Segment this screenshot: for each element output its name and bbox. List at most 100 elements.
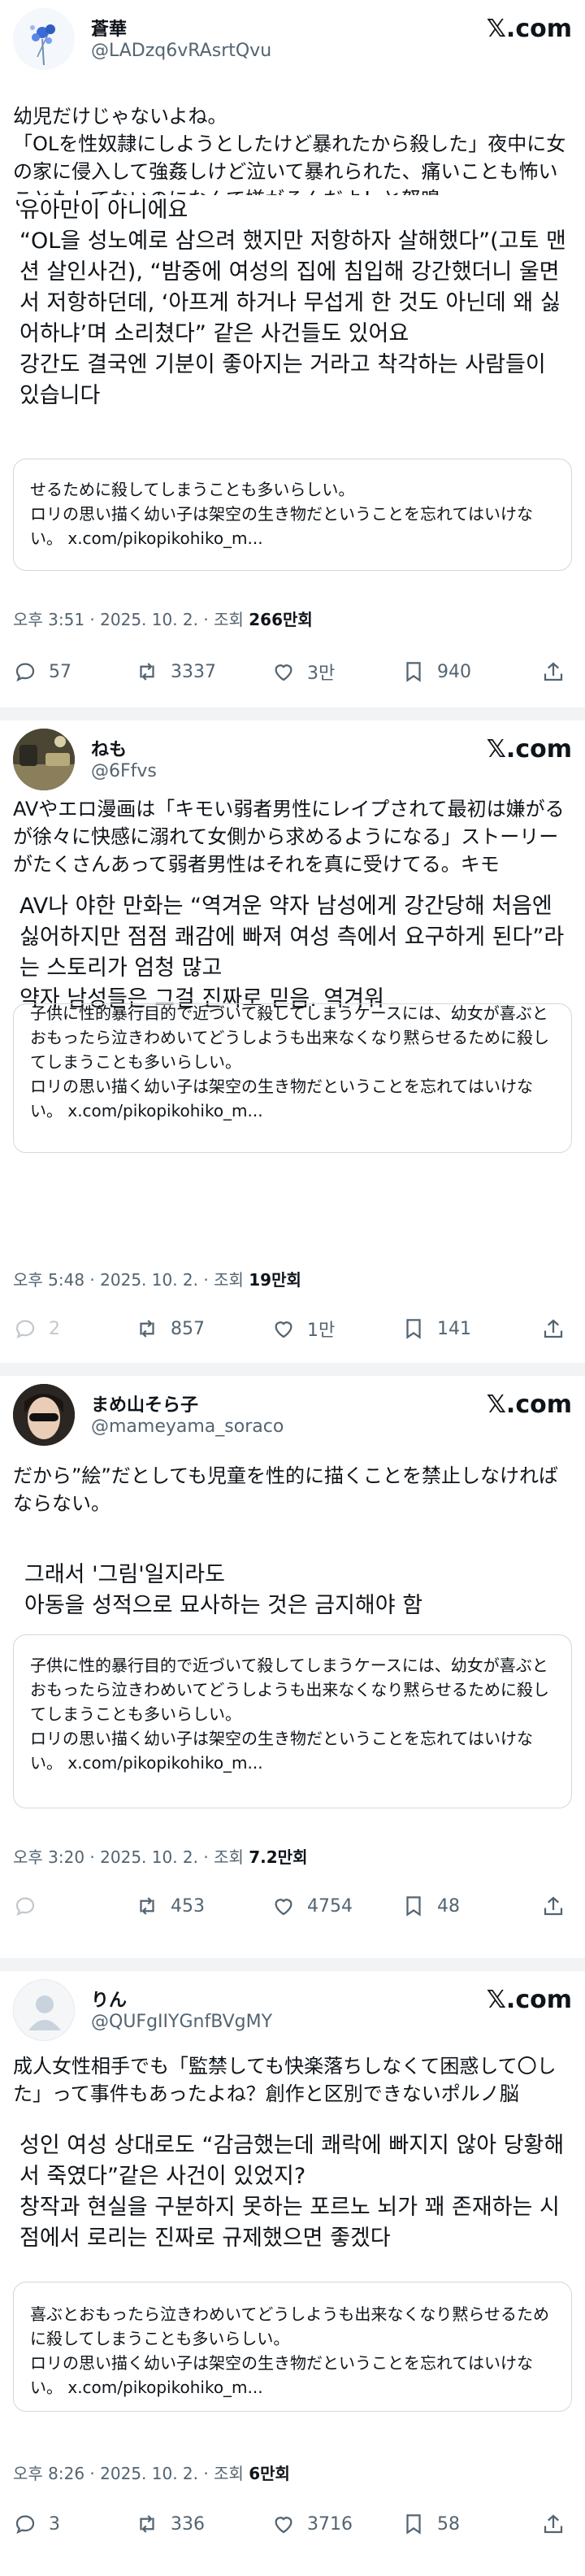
bookmark-count: 940: [437, 661, 471, 682]
bookmark-icon: [406, 1319, 421, 1339]
reply-button[interactable]: 57: [13, 655, 72, 688]
quoted-post[interactable]: 喜ぶとおもったら泣きわめいてどうしようも出来なくなり黙らせるために殺してしまうこ…: [13, 2282, 572, 2412]
quoted-post[interactable]: 子供に性的暴行目的で近づいて殺してしまうケースには、幼女が喜ぶとおもったら泣きわ…: [13, 1634, 572, 1808]
like-button[interactable]: 4754: [271, 1890, 353, 1922]
post-header: ねも @6Ffvs 𝕏.com: [13, 720, 572, 798]
bookmark-button[interactable]: 58: [401, 2508, 460, 2540]
bookmark-icon: [406, 2514, 421, 2535]
like-count: 1만: [307, 1321, 336, 1341]
post-3: まめ山そら子 @mameyama_soraco 𝕏.com だから”絵”だとして…: [0, 1376, 585, 1958]
bookmark-count: 48: [437, 1895, 460, 1917]
x-logo: 𝕏.com: [486, 1986, 572, 2014]
author-handle[interactable]: @6Ffvs: [91, 761, 157, 781]
reply-count: 57: [49, 661, 72, 682]
reply-icon: [15, 1320, 35, 1339]
bookmark-count: 58: [437, 2513, 460, 2535]
author-name[interactable]: りん: [91, 1986, 127, 2012]
reply-icon: [15, 2515, 35, 2535]
x-logo: 𝕏.com: [486, 735, 572, 764]
quoted-text: 喜ぶとおもったら泣きわめいてどうしようも出来なくなり黙らせるために殺してしまうこ…: [30, 2304, 549, 2397]
reply-icon: [15, 1897, 35, 1917]
bookmark-icon: [406, 662, 421, 682]
bookmark-icon: [406, 1896, 421, 1917]
like-button[interactable]: 3만: [271, 655, 335, 688]
post-text: AVやエロ漫画は「キモい弱者男性にレイプされて最初は嫌がるが徐々に快感に溺れて女…: [13, 798, 565, 876]
post-divider: [0, 1363, 585, 1376]
view-count: 266만회: [249, 610, 313, 629]
share-icon: [544, 2514, 563, 2534]
timestamp[interactable]: 오후 3:51 · 2025. 10. 2. · 조회: [13, 610, 249, 629]
reply-button[interactable]: 3: [13, 2508, 60, 2540]
post-text: 成人女性相手でも「監禁しても快楽落ちしなくて困惑して〇した」って事件もあったよね…: [13, 2055, 557, 2105]
quoted-text: 子供に性的暴行目的で近づいて殺してしまうケースには、幼女が喜ぶとおもったら泣きわ…: [30, 1003, 549, 1120]
post-meta: 오후 3:51 · 2025. 10. 2. · 조회 266만회: [13, 607, 313, 630]
bookmark-count: 141: [437, 1318, 471, 1339]
author-handle[interactable]: @LADzq6vRAsrtQvu: [91, 41, 271, 61]
post-text: だから”絵”だとしても児童を性的に描くことを禁止しなければならない。: [13, 1464, 558, 1515]
bookmark-button[interactable]: 940: [401, 655, 471, 688]
repost-icon: [140, 2515, 154, 2533]
default-avatar-image: [14, 1980, 74, 2040]
translation-overlay: 그래서 '그림'일지라도 아동을 성적으로 묘사하는 것은 금지해야 함: [24, 1560, 577, 1628]
post-header: まめ山そら子 @mameyama_soraco 𝕏.com: [13, 1376, 572, 1454]
view-count: 7.2만회: [249, 1847, 308, 1867]
view-count: 6만회: [249, 2464, 290, 2483]
heart-icon: [275, 1321, 292, 1338]
bookmark-button[interactable]: 48: [401, 1890, 460, 1922]
action-bar: 57 3337 3만 940: [13, 655, 574, 688]
repost-button[interactable]: 336: [135, 2508, 205, 2540]
timestamp[interactable]: 오후 8:26 · 2025. 10. 2. · 조회: [13, 2464, 249, 2483]
avatar[interactable]: [13, 729, 75, 790]
post-header: りん @QUFgIIYGnfBVgMY 𝕏.com: [13, 1971, 572, 2049]
like-button[interactable]: 3716: [271, 2508, 353, 2540]
post-header: 蒼華 @LADzq6vRAsrtQvu 𝕏.com: [13, 0, 572, 78]
flower-avatar-image: [13, 8, 75, 70]
post-divider: [0, 1958, 585, 1971]
post-meta: 오후 3:20 · 2025. 10. 2. · 조회 7.2만회: [13, 1844, 307, 1868]
quoted-post[interactable]: せるために殺してしまうことも多いらしい。 ロリの思い描く幼い子は架空の生き物だと…: [13, 459, 572, 571]
quoted-text: 子供に性的暴行目的で近づいて殺してしまうケースには、幼女が喜ぶとおもったら泣きわ…: [30, 1656, 549, 1773]
timestamp[interactable]: 오후 3:20 · 2025. 10. 2. · 조회: [13, 1847, 249, 1867]
repost-button[interactable]: 3337: [135, 655, 216, 688]
like-count: 4754: [307, 1895, 353, 1917]
action-bar: 453 4754 48: [13, 1890, 574, 1922]
view-count: 19만회: [249, 1270, 301, 1290]
share-button[interactable]: [541, 1890, 566, 1922]
repost-icon: [140, 1320, 154, 1338]
quoted-post[interactable]: 子供に性的暴行目的で近づいて殺してしまうケースには、幼女が喜ぶとおもったら泣きわ…: [13, 1003, 572, 1153]
share-button[interactable]: [541, 2508, 566, 2540]
author-name[interactable]: まめ山そら子: [91, 1390, 198, 1416]
x-logo: 𝕏.com: [486, 15, 572, 43]
like-button[interactable]: 1만: [271, 1312, 335, 1345]
share-button[interactable]: [541, 1312, 566, 1345]
reply-count: 3: [49, 2513, 60, 2535]
reply-button[interactable]: 2: [13, 1312, 60, 1345]
share-icon: [544, 662, 563, 681]
share-icon: [544, 1896, 563, 1916]
quoted-text: せるために殺してしまうことも多いらしい。 ロリの思い描く幼い子は架空の生き物だと…: [30, 480, 533, 548]
repost-count: 3337: [171, 661, 216, 682]
avatar[interactable]: [13, 1979, 75, 2041]
heart-icon: [275, 664, 292, 681]
author-name[interactable]: 蒼華: [91, 15, 127, 41]
author-handle[interactable]: @QUFgIIYGnfBVgMY: [91, 2012, 272, 2032]
avatar[interactable]: [13, 1384, 75, 1446]
author-handle[interactable]: @mameyama_soraco: [91, 1416, 284, 1437]
repost-count: 857: [171, 1318, 205, 1339]
reply-button[interactable]: [13, 1890, 49, 1922]
share-button[interactable]: [541, 655, 566, 688]
post-1: 蒼華 @LADzq6vRAsrtQvu 𝕏.com 幼児だけじゃないよね。 「O…: [0, 0, 585, 707]
reply-count: 2: [49, 1318, 60, 1339]
reply-icon: [15, 663, 35, 682]
repost-icon: [140, 663, 154, 681]
action-bar: 2 857 1만 141: [13, 1312, 574, 1345]
avatar[interactable]: [13, 8, 75, 70]
repost-button[interactable]: 453: [135, 1890, 205, 1922]
heart-icon: [275, 2517, 292, 2534]
person-avatar-image: [13, 1384, 75, 1446]
timestamp[interactable]: 오후 5:48 · 2025. 10. 2. · 조회: [13, 1270, 249, 1290]
translation-overlay: 성인 여성 상대로도 “감금했는데 쾌락에 빠지지 않아 당황해서 죽였다”같은…: [20, 2130, 572, 2261]
author-name[interactable]: ねも: [91, 735, 127, 761]
repost-button[interactable]: 857: [135, 1312, 205, 1345]
bookmark-button[interactable]: 141: [401, 1312, 471, 1345]
